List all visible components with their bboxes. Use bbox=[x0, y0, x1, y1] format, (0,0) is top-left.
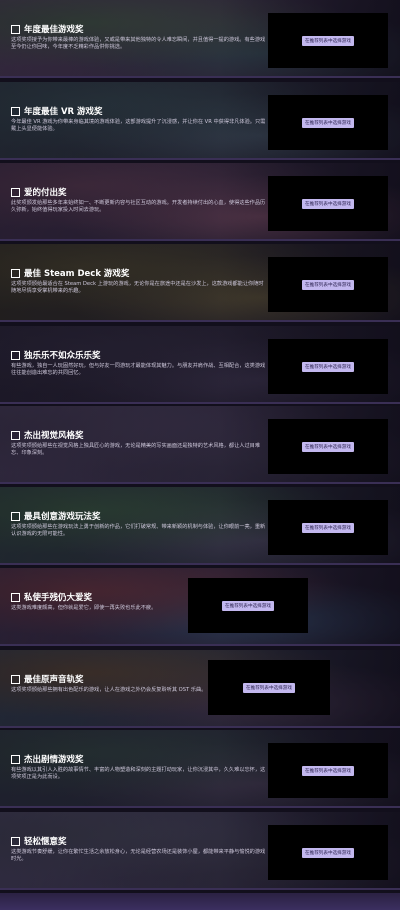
nominee-slot: 在推荐列表中选择游戏 bbox=[268, 176, 388, 231]
choose-game-button[interactable]: 在推荐列表中选择游戏 bbox=[302, 441, 354, 452]
award-card: 杰出视觉风格奖这项奖项颁给那些在视觉风格上独具匠心的游戏，无论是精美的写实画面还… bbox=[0, 406, 400, 484]
award-title-row: 最佳 Steam Deck 游戏奖 bbox=[11, 267, 129, 279]
award-checkbox[interactable] bbox=[11, 836, 20, 846]
awards-page: 年度最佳游戏奖这项奖项授予为你带来最棒的游戏体验，又或是带来其他独特的令人难忘瞬… bbox=[0, 0, 400, 910]
choose-game-button[interactable]: 在推荐列表中选择游戏 bbox=[302, 117, 354, 128]
nominee-slot: 在推荐列表中选择游戏 bbox=[208, 660, 330, 715]
award-checkbox[interactable] bbox=[11, 350, 20, 360]
nominee-slot: 在推荐列表中选择游戏 bbox=[268, 13, 388, 68]
choose-game-button[interactable]: 在推荐列表中选择游戏 bbox=[302, 522, 354, 533]
award-card: 杰出剧情游戏奖有些游戏以其引人入胜的故事情节、丰富的人物塑造和深刻的主题打动玩家… bbox=[0, 730, 400, 808]
award-description: 今年最佳 VR 游戏为你带来身临其境的游戏体验，这部游戏提升了沉浸感，并让你在 … bbox=[11, 119, 266, 133]
award-description: 此奖项颁发给那些多年来始终如一、不断更新内容与社区互动的游戏。开发者持续付出的心… bbox=[11, 200, 266, 214]
award-title: 年度最佳 VR 游戏奖 bbox=[24, 107, 103, 117]
nominee-slot: 在推荐列表中选择游戏 bbox=[268, 95, 388, 150]
award-description: 这项奖项授予为你带来最棒的游戏体验，又或是带来其他独特的令人难忘瞬间，并且值得一… bbox=[11, 37, 266, 51]
award-card: 年度最佳 VR 游戏奖今年最佳 VR 游戏为你带来身临其境的游戏体验，这部游戏提… bbox=[0, 82, 400, 160]
award-title: 年度最佳游戏奖 bbox=[24, 25, 84, 35]
award-card: 私使手残仍大爱奖 这类游戏难度颇高，但你就是爱它，即使一再失败也乐此不疲。 在推荐列… bbox=[0, 568, 400, 646]
award-card: 最佳原声音轨奖 这项奖项颁给那些拥有出色配乐的游戏，让人在游戏之外仍会反复聆听其 … bbox=[0, 650, 400, 728]
award-description: 有些游戏以其引人入胜的故事情节、丰富的人物塑造和深刻的主题打动玩家，让你沉浸其中… bbox=[11, 767, 266, 781]
award-description: 有些游戏，独自一人玩固然好玩，但与好友一同游玩才最能体现其魅力。与朋友并肩作战、… bbox=[11, 363, 266, 377]
award-checkbox[interactable] bbox=[11, 592, 20, 602]
award-checkbox[interactable] bbox=[11, 106, 20, 116]
choose-game-button[interactable]: 在推荐列表中选择游戏 bbox=[302, 35, 354, 46]
award-title-row: 轻松惬意奖 bbox=[11, 835, 67, 847]
choose-game-button[interactable]: 在推荐列表中选择游戏 bbox=[302, 198, 354, 209]
award-title: 最具创意游戏玩法奖 bbox=[24, 512, 101, 522]
award-checkbox[interactable] bbox=[11, 754, 20, 764]
award-card: 爱的付出奖此奖项颁发给那些多年来始终如一、不断更新内容与社区互动的游戏。开发者持… bbox=[0, 163, 400, 241]
award-title-row: 私使手残仍大爱奖 bbox=[11, 591, 92, 603]
nominee-slot: 在推荐列表中选择游戏 bbox=[268, 419, 388, 474]
choose-game-button[interactable]: 在推荐列表中选择游戏 bbox=[302, 847, 354, 858]
award-title-row: 爱的付出奖 bbox=[11, 186, 67, 198]
award-description: 这项奖项颁给最适合在 Steam Deck 上游玩的游戏，无论你是在旅途中还是在… bbox=[11, 281, 264, 295]
nominee-slot: 在推荐列表中选择游戏 bbox=[188, 578, 308, 633]
nominee-slot: 在推荐列表中选择游戏 bbox=[268, 257, 388, 312]
award-card: 最佳 Steam Deck 游戏奖这项奖项颁给最适合在 Steam Deck 上… bbox=[0, 244, 400, 322]
award-card: 最具创意游戏玩法奖这项奖项颁给那些在游戏玩法上勇于创新的作品，它们打破常规、带来… bbox=[0, 487, 400, 565]
award-checkbox[interactable] bbox=[11, 268, 20, 278]
award-title: 最佳 Steam Deck 游戏奖 bbox=[24, 269, 130, 279]
award-title-row: 最具创意游戏玩法奖 bbox=[11, 510, 101, 522]
award-description: 这项奖项颁给那些在视觉风格上独具匠心的游戏，无论是精美的写实画面还是独特的艺术风… bbox=[11, 443, 261, 457]
award-title: 轻松惬意奖 bbox=[24, 837, 67, 847]
award-checkbox[interactable] bbox=[11, 24, 20, 34]
bottom-bar bbox=[0, 893, 400, 910]
choose-game-button[interactable]: 在推荐列表中选择游戏 bbox=[222, 600, 274, 611]
award-title-row: 最佳原声音轨奖 bbox=[11, 673, 84, 685]
nominee-slot: 在推荐列表中选择游戏 bbox=[268, 825, 388, 880]
nominee-slot: 在推荐列表中选择游戏 bbox=[268, 339, 388, 394]
award-card: 年度最佳游戏奖这项奖项授予为你带来最棒的游戏体验，又或是带来其他独特的令人难忘瞬… bbox=[0, 0, 400, 78]
choose-game-button[interactable]: 在推荐列表中选择游戏 bbox=[302, 765, 354, 776]
award-title: 独乐乐不如众乐乐奖 bbox=[24, 351, 101, 361]
award-title: 杰出视觉风格奖 bbox=[24, 431, 84, 441]
award-description: 这项奖项颁给那些在游戏玩法上勇于创新的作品，它们打破常规、带来新颖的机制与体验，… bbox=[11, 524, 266, 538]
award-title-row: 杰出剧情游戏奖 bbox=[11, 753, 84, 765]
award-title: 最佳原声音轨奖 bbox=[24, 675, 84, 685]
award-title-row: 独乐乐不如众乐乐奖 bbox=[11, 349, 101, 361]
choose-game-button[interactable]: 在推荐列表中选择游戏 bbox=[302, 361, 354, 372]
award-title: 私使手残仍大爱奖 bbox=[24, 593, 93, 603]
nominee-slot: 在推荐列表中选择游戏 bbox=[268, 500, 388, 555]
choose-game-button[interactable]: 在推荐列表中选择游戏 bbox=[243, 682, 295, 693]
award-checkbox[interactable] bbox=[11, 187, 20, 197]
award-card: 独乐乐不如众乐乐奖有些游戏，独自一人玩固然好玩，但与好友一同游玩才最能体现其魅力… bbox=[0, 326, 400, 404]
choose-game-button[interactable]: 在推荐列表中选择游戏 bbox=[302, 279, 354, 290]
award-card: 轻松惬意奖这类游戏节奏舒缓，让你在繁忙生活之余放松身心，无论是经营农场还是装饰小… bbox=[0, 812, 400, 890]
nominee-slot: 在推荐列表中选择游戏 bbox=[268, 743, 388, 798]
award-title: 爱的付出奖 bbox=[24, 188, 67, 198]
award-title-row: 年度最佳游戏奖 bbox=[11, 23, 84, 35]
award-title-row: 年度最佳 VR 游戏奖 bbox=[11, 105, 103, 117]
award-title: 杰出剧情游戏奖 bbox=[24, 755, 84, 765]
award-description: 这类游戏节奏舒缓，让你在繁忙生活之余放松身心，无论是经营农场还是装饰小屋，都能带… bbox=[11, 849, 266, 863]
award-checkbox[interactable] bbox=[11, 430, 20, 440]
award-title-row: 杰出视觉风格奖 bbox=[11, 429, 84, 441]
award-checkbox[interactable] bbox=[11, 511, 20, 521]
award-checkbox[interactable] bbox=[11, 674, 20, 684]
